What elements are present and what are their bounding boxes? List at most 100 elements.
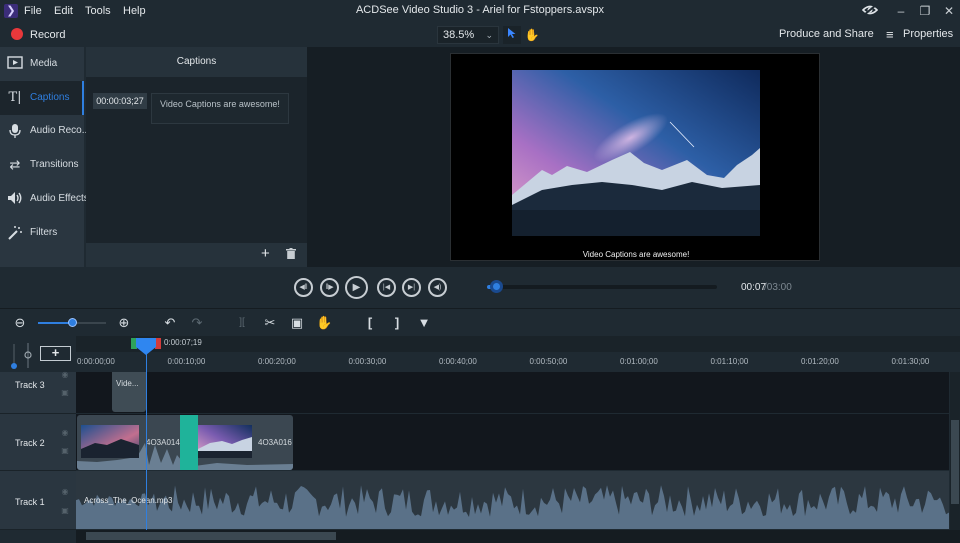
sidebar-item-captions[interactable]: T| Captions bbox=[0, 81, 84, 115]
video-clip-group[interactable]: 4O3A0148 4O3A016 bbox=[77, 415, 293, 470]
sidebar-item-audio-recording[interactable]: Audio Reco... bbox=[0, 114, 90, 148]
ruler-controls: + bbox=[0, 336, 76, 372]
volume-button[interactable]: ◀) bbox=[428, 278, 447, 297]
track-lane-3[interactable]: Vide... bbox=[76, 372, 949, 414]
caption-timestamp[interactable]: 00:00:03;27 bbox=[93, 93, 147, 109]
marker-button[interactable]: ▼ bbox=[416, 315, 432, 331]
pan-button[interactable]: ✋ bbox=[316, 315, 332, 331]
sidebar-item-media[interactable]: Media bbox=[0, 47, 84, 81]
undo-button[interactable]: ↶ bbox=[162, 315, 178, 331]
frame-forward-icon: ‖▶ bbox=[325, 284, 334, 291]
track-height-slider[interactable] bbox=[10, 342, 36, 370]
transport-controls: ◀‖ ‖▶ ▶ |◀ ▶| ◀) 00:07 /03:00 bbox=[0, 267, 960, 307]
zoom-slider-handle[interactable] bbox=[68, 318, 77, 327]
ruler-tick-label: 0:01:20;00 bbox=[801, 357, 839, 366]
clip-label: Vide... bbox=[116, 379, 139, 388]
speaker-icon bbox=[6, 191, 24, 207]
go-to-start-button[interactable]: |◀ bbox=[377, 278, 396, 297]
magic-wand-icon bbox=[6, 225, 24, 241]
zoom-in-button[interactable]: ⊕ bbox=[116, 315, 132, 331]
current-time: 00:07 bbox=[741, 282, 767, 293]
close-button[interactable]: ✕ bbox=[940, 3, 958, 19]
vertical-scrollbar-thumb[interactable] bbox=[951, 420, 959, 504]
go-to-end-button[interactable]: ▶| bbox=[402, 278, 421, 297]
sidebar-label: Audio Reco... bbox=[30, 125, 91, 136]
ruler-tick-label: 0:00:30;00 bbox=[348, 357, 387, 366]
sidebar-item-transitions[interactable]: ⇄ Transitions bbox=[0, 148, 84, 182]
restore-button[interactable]: ❐ bbox=[916, 3, 934, 19]
bracket-right-icon: ] bbox=[394, 315, 400, 330]
ruler-tick-label: 0:00:40;00 bbox=[439, 357, 477, 366]
frame-forward-button[interactable]: ‖▶ bbox=[320, 278, 339, 297]
playhead-handle[interactable] bbox=[131, 338, 161, 355]
app-logo-icon: ❯ bbox=[4, 4, 18, 18]
track-lane-2[interactable]: 4O3A0148 4O3A016 bbox=[76, 414, 949, 471]
ruler-tick-label: 0:00:00;00 bbox=[77, 357, 115, 366]
redo-button[interactable]: ↷ bbox=[189, 315, 205, 331]
produce-and-share-button[interactable]: Produce and Share bbox=[779, 28, 874, 40]
track-header-3[interactable]: Track 3 ◉ ▣ bbox=[0, 371, 76, 414]
horizontal-scrollbar[interactable] bbox=[76, 530, 960, 543]
seek-bar[interactable] bbox=[487, 285, 717, 289]
menu-edit[interactable]: Edit bbox=[54, 5, 73, 17]
menu-tools[interactable]: Tools bbox=[85, 5, 111, 17]
mark-out-button[interactable]: ] bbox=[389, 315, 405, 331]
caption-text-field[interactable]: Video Captions are awesome! bbox=[151, 93, 289, 124]
track-header-1[interactable]: Track 1 ◉ ▣ bbox=[0, 471, 76, 530]
caption-overlay: Video Captions are awesome! bbox=[582, 250, 690, 259]
title-bar: ❯ File Edit Tools Help ACDSee Video Stud… bbox=[0, 0, 960, 23]
video-preview[interactable]: Video Captions are awesome! bbox=[450, 53, 820, 261]
horizontal-scrollbar-thumb[interactable] bbox=[86, 532, 336, 540]
timeline-zoom-slider[interactable] bbox=[38, 318, 106, 327]
menu-file[interactable]: File bbox=[24, 5, 42, 17]
sidebar-label: Audio Effects bbox=[30, 193, 89, 204]
vertical-scrollbar[interactable] bbox=[950, 372, 960, 530]
mark-in-button[interactable]: [ bbox=[362, 315, 378, 331]
add-track-button[interactable]: + bbox=[40, 346, 71, 361]
track-lane-1[interactable]: Across_The_Ocean.mp3 bbox=[76, 471, 949, 530]
sidebar-item-audio-effects[interactable]: Audio Effects bbox=[0, 182, 89, 216]
ruler-tick-label: 0:01:00;00 bbox=[620, 357, 658, 366]
timeline-toolbar: ⊖ ⊕ ↶ ↷ ][ ✂ ▣ ✋ [ ] ▼ bbox=[0, 308, 960, 336]
pointer-tool-button[interactable] bbox=[503, 26, 521, 44]
rewind-button[interactable]: ◀‖ bbox=[294, 278, 313, 297]
lock-icon[interactable]: ▣ bbox=[60, 507, 70, 515]
eye-icon[interactable]: ◉ bbox=[60, 429, 70, 437]
ruler-tick-label: 0:01:30;00 bbox=[891, 357, 930, 366]
track-header-2[interactable]: Track 2 ◉ ▣ bbox=[0, 414, 76, 471]
lock-icon[interactable]: ▣ bbox=[60, 447, 70, 455]
ruler-tick-label: 0:00:50;00 bbox=[529, 357, 568, 366]
timeline-ruler[interactable]: 0:00:00;00 0:00:10;00 0:00:20;00 0:00:30;00… bbox=[76, 352, 960, 372]
scissors-icon: ✂ bbox=[264, 315, 276, 330]
add-caption-button[interactable]: + bbox=[261, 245, 270, 262]
clip-label: 4O3A0148 bbox=[146, 438, 185, 447]
eye-icon[interactable]: ◉ bbox=[60, 371, 70, 379]
visibility-toggle-icon[interactable] bbox=[861, 3, 879, 19]
sidebar-item-filters[interactable]: Filters bbox=[0, 216, 84, 250]
menu-help[interactable]: Help bbox=[123, 5, 146, 17]
split-icon: ][ bbox=[239, 317, 245, 328]
eye-icon[interactable]: ◉ bbox=[60, 488, 70, 496]
play-icon: ▶ bbox=[352, 282, 361, 293]
cut-button[interactable]: ✂ bbox=[262, 315, 278, 331]
hand-tool-button[interactable]: ✋ bbox=[523, 26, 541, 44]
zoom-out-button[interactable]: ⊖ bbox=[12, 315, 28, 331]
pointer-icon bbox=[508, 28, 516, 38]
properties-button[interactable]: Properties bbox=[903, 28, 953, 40]
clip-thumbnail bbox=[81, 425, 139, 458]
seek-handle[interactable] bbox=[489, 280, 503, 293]
caption-clip[interactable]: Vide... bbox=[112, 372, 146, 412]
split-button[interactable]: ][ bbox=[234, 315, 250, 331]
record-button[interactable]: Record bbox=[30, 29, 65, 41]
play-button[interactable]: ▶ bbox=[345, 276, 368, 299]
delete-caption-button[interactable] bbox=[286, 248, 296, 259]
snapshot-button[interactable]: ▣ bbox=[289, 315, 305, 331]
minimize-button[interactable]: – bbox=[892, 3, 910, 19]
preview-zoom-select[interactable]: 38.5% ⌄ bbox=[437, 26, 499, 44]
zoom-out-icon: ⊖ bbox=[14, 315, 26, 330]
record-icon[interactable] bbox=[11, 28, 23, 40]
hand-icon: ✋ bbox=[316, 315, 333, 330]
sidebar-label: Captions bbox=[30, 92, 70, 103]
transition-block[interactable] bbox=[180, 415, 198, 470]
lock-icon[interactable]: ▣ bbox=[60, 389, 70, 397]
